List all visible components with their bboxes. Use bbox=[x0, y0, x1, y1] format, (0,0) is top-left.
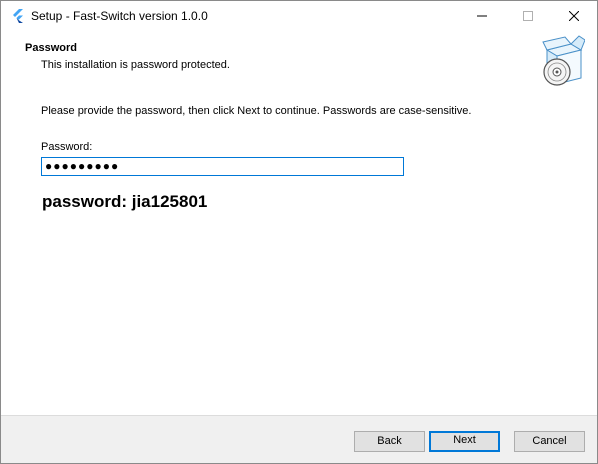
wizard-footer: Back Next Cancel bbox=[1, 416, 597, 463]
close-icon bbox=[569, 11, 579, 21]
next-button[interactable]: Next bbox=[429, 431, 500, 452]
wizard-content: Please provide the password, then click … bbox=[1, 93, 597, 415]
password-hint-text: password: jia125801 bbox=[42, 192, 208, 211]
flutter-app-icon bbox=[10, 8, 26, 24]
setup-window: Setup - Fast-Switch version 1.0.0 Passwo… bbox=[0, 0, 598, 464]
maximize-icon bbox=[523, 11, 533, 21]
back-button[interactable]: Back bbox=[354, 431, 425, 452]
instruction-text: Please provide the password, then click … bbox=[41, 105, 472, 117]
password-label: Password: bbox=[41, 141, 93, 153]
page-subtitle: This installation is password protected. bbox=[41, 59, 230, 71]
maximize-button[interactable] bbox=[505, 1, 551, 31]
page-title: Password bbox=[25, 42, 77, 54]
minimize-icon bbox=[477, 15, 487, 17]
cancel-button[interactable]: Cancel bbox=[514, 431, 585, 452]
password-field[interactable]: ●●●●●●●●● bbox=[41, 157, 404, 176]
title-bar[interactable]: Setup - Fast-Switch version 1.0.0 bbox=[1, 1, 597, 31]
window-title: Setup - Fast-Switch version 1.0.0 bbox=[31, 9, 208, 23]
close-button[interactable] bbox=[551, 1, 597, 31]
minimize-button[interactable] bbox=[459, 1, 505, 31]
wizard-header: Password This installation is password p… bbox=[1, 31, 597, 91]
setup-box-disc-icon bbox=[542, 35, 585, 86]
